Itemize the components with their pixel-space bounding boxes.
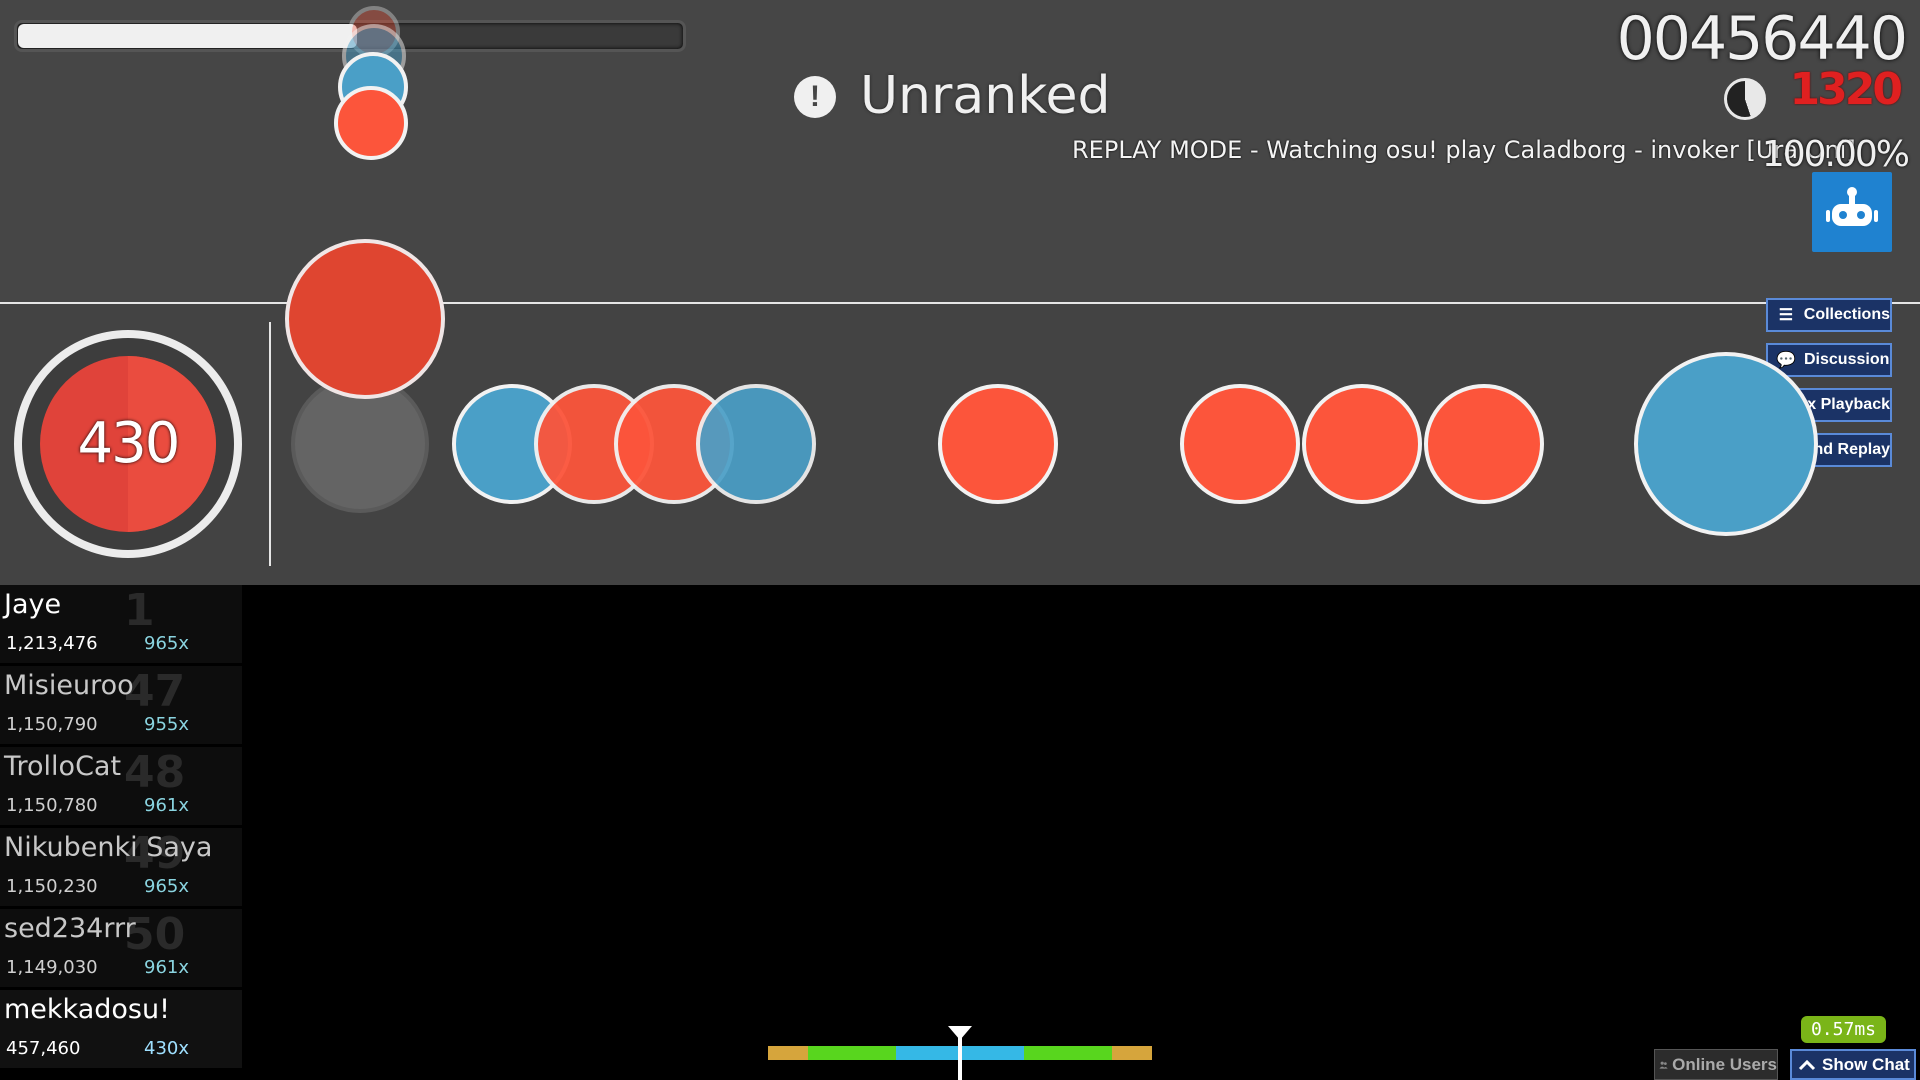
combo-counter: 1320 xyxy=(1789,64,1903,115)
leaderboard-combo: 961x xyxy=(144,795,190,816)
leaderboard-entry: 50 sed234rrr 1,149,030 961x xyxy=(0,909,242,987)
hit-judgement-line xyxy=(269,322,271,566)
unranked-label: Unranked xyxy=(860,66,1111,126)
leaderboard-entry: 47 Misieuroo 1,150,790 955x xyxy=(0,666,242,744)
discussion-label: Discussion xyxy=(1804,351,1890,368)
note-don xyxy=(1180,384,1300,504)
leaderboard-combo: 965x xyxy=(144,876,190,897)
list-icon: ☰ xyxy=(1778,307,1794,324)
leaderboard-name: Misieuroo xyxy=(4,670,134,701)
leaderboard-name: sed234rrr xyxy=(4,913,136,944)
leaderboard-name: Nikubenki Saya xyxy=(4,832,213,863)
autoplay-button[interactable] xyxy=(1812,172,1892,252)
collections-button[interactable]: ☰ Collections xyxy=(1766,298,1892,332)
replay-mode-banner: REPLAY MODE - Watching osu! play Caladbo… xyxy=(1072,136,1856,164)
users-icon xyxy=(1659,1061,1668,1069)
leaderboard-rank: 48 xyxy=(124,747,186,798)
leaderboard-score: 457,460 xyxy=(6,1038,81,1059)
note-kat xyxy=(696,384,816,504)
leaderboard-name: TrolloCat xyxy=(4,751,122,782)
leaderboard-combo: 430x xyxy=(144,1038,190,1059)
note-kat-big xyxy=(1634,352,1818,536)
leaderboard-name: Jaye xyxy=(4,589,62,620)
leaderboard-combo: 955x xyxy=(144,714,190,735)
health-bar-fill xyxy=(18,24,357,48)
note-don xyxy=(1424,384,1544,504)
drum-combo-counter: 430 xyxy=(77,411,181,476)
note-don xyxy=(1302,384,1422,504)
note-don-hit xyxy=(285,239,445,399)
show-chat-button[interactable]: Show Chat xyxy=(1790,1049,1916,1080)
note-don xyxy=(938,384,1058,504)
hit-bubble-red xyxy=(334,86,408,160)
hit-error-average-arrow xyxy=(948,1026,972,1040)
accuracy-display: 100.00% xyxy=(1761,134,1910,175)
online-users-button[interactable]: Online Users xyxy=(1654,1049,1778,1080)
leaderboard-entry: 48 TrolloCat 1,150,780 961x xyxy=(0,747,242,825)
leaderboard: 1 Jaye 1,213,476 965x 47 Misieuroo 1,150… xyxy=(0,585,242,1068)
robot-icon xyxy=(1826,187,1878,226)
leaderboard-name: mekkadosu! xyxy=(4,994,170,1025)
leaderboard-combo: 961x xyxy=(144,957,190,978)
collections-label: Collections xyxy=(1803,306,1890,323)
leaderboard-rank: 1 xyxy=(124,585,155,636)
song-progress-pie xyxy=(1724,78,1766,120)
chevron-up-icon xyxy=(1798,1059,1816,1070)
latency-indicator: 0.57ms xyxy=(1800,1016,1886,1043)
show-chat-label: Show Chat xyxy=(1822,1054,1910,1074)
chat-bubble-icon: 💬 xyxy=(1776,352,1796,369)
leaderboard-combo: 965x xyxy=(144,633,190,654)
leaderboard-entry-self: mekkadosu! 457,460 430x xyxy=(0,990,242,1068)
leaderboard-entry: 49 Nikubenki Saya 1,150,230 965x xyxy=(0,828,242,906)
leaderboard-score: 1,149,030 xyxy=(6,957,98,978)
leaderboard-score: 1,150,790 xyxy=(6,714,98,735)
online-users-label: Online Users xyxy=(1672,1054,1777,1074)
leaderboard-entry: 1 Jaye 1,213,476 965x xyxy=(0,585,242,663)
leaderboard-score: 1,150,230 xyxy=(6,876,98,897)
leaderboard-score: 1,213,476 xyxy=(6,633,98,654)
warning-icon: ! xyxy=(794,76,836,118)
discussion-button[interactable]: 💬 Discussion xyxy=(1766,343,1892,377)
leaderboard-score: 1,150,780 xyxy=(6,795,98,816)
